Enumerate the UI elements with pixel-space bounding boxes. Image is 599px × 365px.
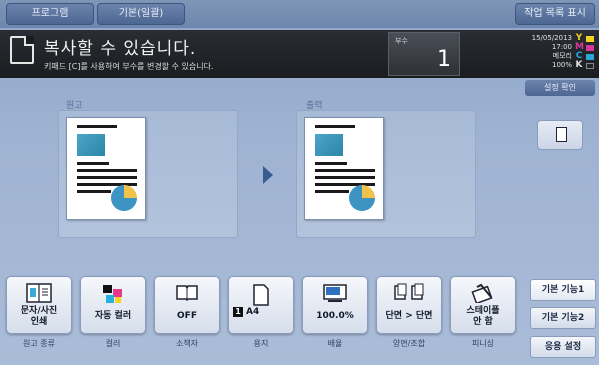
document-icon: [10, 36, 34, 64]
paper-icon: [253, 284, 269, 306]
original-type-button[interactable]: 문자/사진 인쇄: [6, 276, 72, 334]
zoom-button[interactable]: 100.0%: [302, 276, 368, 334]
duplex-value: 단면 > 단면: [385, 311, 433, 321]
duplex-button[interactable]: 단면 > 단면: [376, 276, 442, 334]
page-view-button[interactable]: [537, 120, 583, 150]
status-message: 복사할 수 있습니다.: [44, 39, 197, 59]
time: 17:00: [551, 43, 572, 51]
basic-function-1-tab[interactable]: 기본 기능1: [530, 279, 596, 301]
toner-bar-y: [586, 35, 594, 42]
page-icon: [556, 127, 567, 142]
tab-basic[interactable]: 기본(일괄): [97, 3, 185, 25]
paper-value-row: 1 A4: [233, 307, 293, 318]
confirm-settings-button[interactable]: 설정 확인: [525, 80, 595, 96]
device-status: 15/05/2013 Y 17:00 M 메모리 C 100% K: [498, 34, 594, 70]
toner-bar-m: [586, 44, 594, 51]
booklet-label: 소책자: [175, 339, 199, 348]
copies-value: 1: [437, 47, 451, 72]
zoom-label: 배율: [327, 339, 343, 348]
arrow-right-icon: [263, 166, 273, 184]
copies-label: 부수: [395, 37, 408, 45]
date: 15/05/2013: [531, 34, 572, 42]
toner-letter-k: K: [575, 60, 583, 70]
paper-value: A4: [246, 307, 260, 317]
original-type-label: 원고 종류: [23, 339, 55, 348]
booklet-value: OFF: [177, 311, 197, 321]
job-list-button[interactable]: 작업 목록 표시: [515, 3, 595, 25]
message-bar: 복사할 수 있습니다. 키패드 [C]를 사용하여 부수를 변경할 수 있습니다…: [0, 30, 599, 78]
color-icon: [103, 285, 122, 303]
paper-label: 용지: [253, 339, 269, 348]
staple-icon: [471, 283, 493, 303]
copies-display[interactable]: 부수 1: [388, 32, 460, 76]
tray-number-icon: 1: [233, 307, 243, 317]
finishing-value: 스테이플 안 함: [466, 306, 500, 327]
original-type-value: 문자/사진 인쇄: [20, 306, 58, 327]
top-bar: 프로그램 기본(일괄) 작업 목록 표시: [0, 0, 599, 28]
original-page-preview: [66, 117, 146, 220]
book-icon: [176, 285, 198, 301]
zoom-value: 100.0%: [316, 311, 354, 321]
toner-bar-k: [586, 62, 594, 69]
application-settings-tab[interactable]: 응용 설정: [530, 336, 596, 358]
zoom-icon: [323, 284, 347, 302]
basic-function-2-tab[interactable]: 기본 기능2: [530, 307, 596, 329]
booklet-button[interactable]: OFF: [154, 276, 220, 334]
status-hint: 키패드 [C]를 사용하여 부수를 변경할 수 있습니다.: [44, 62, 214, 71]
finishing-label: 피니싱: [471, 339, 495, 348]
memory-value: 100%: [551, 61, 572, 69]
finishing-button[interactable]: 스테이플 안 함: [450, 276, 516, 334]
color-button[interactable]: 자동 컬러: [80, 276, 146, 334]
memory-label: 메모리: [552, 52, 572, 60]
color-value: 자동 컬러: [94, 311, 132, 321]
paper-button[interactable]: 1 A4: [228, 276, 294, 334]
duplex-icon: [394, 283, 424, 300]
output-page-preview: [304, 117, 384, 220]
tab-program[interactable]: 프로그램: [6, 3, 94, 25]
duplex-label: 양면/조합: [392, 339, 426, 348]
text-photo-icon: [26, 283, 52, 303]
color-label: 컬러: [105, 339, 121, 348]
toner-bar-c: [586, 53, 594, 60]
